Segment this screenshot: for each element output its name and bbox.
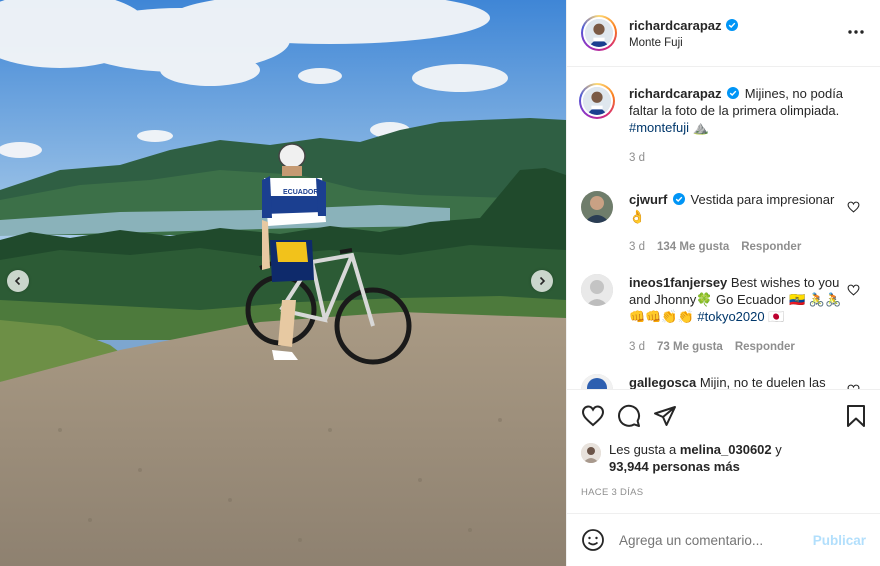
- comment-username[interactable]: gallegosca: [629, 375, 696, 389]
- comment-item: gallegosca Mijin, no te duelen las: [581, 374, 866, 389]
- next-photo-button[interactable]: [531, 270, 553, 292]
- comment-age[interactable]: 3 d: [629, 239, 645, 256]
- comment-username[interactable]: cjwurf: [629, 192, 667, 207]
- comments-list[interactable]: richardcarapaz Mijines, no podía faltar …: [567, 67, 880, 389]
- comment-icon[interactable]: [617, 404, 641, 428]
- caption-hashtag[interactable]: #montefuji: [629, 120, 689, 135]
- publish-button[interactable]: Publicar: [813, 533, 866, 548]
- reply-button[interactable]: Responder: [735, 339, 795, 356]
- post-time[interactable]: HACE 3 DÍAS: [567, 475, 880, 501]
- comment-item: cjwurf Vestida para impresionar👌 3 d 134…: [581, 191, 866, 256]
- share-icon[interactable]: [653, 404, 677, 428]
- comment-avatar[interactable]: [581, 374, 613, 389]
- comment-likes[interactable]: 134 Me gusta: [657, 239, 729, 256]
- post-image: ECUADOR: [0, 0, 566, 566]
- verified-badge-icon: [727, 87, 740, 99]
- comment-likes[interactable]: 73 Me gusta: [657, 339, 723, 356]
- author-username[interactable]: richardcarapaz: [629, 18, 722, 33]
- likes-prefix: Les gusta a: [609, 442, 677, 457]
- author-avatar[interactable]: [581, 15, 617, 51]
- reply-button[interactable]: Responder: [741, 239, 801, 256]
- caption-avatar[interactable]: [579, 83, 615, 119]
- comment-avatar[interactable]: [581, 274, 613, 306]
- more-options-icon[interactable]: [846, 24, 866, 40]
- heart-icon[interactable]: [581, 404, 605, 428]
- verified-badge-icon: [725, 19, 738, 31]
- jersey-text: ECUADOR: [283, 189, 318, 196]
- save-icon[interactable]: [844, 404, 868, 428]
- comment-avatar[interactable]: [581, 191, 613, 223]
- post-location[interactable]: Monte Fuji: [629, 37, 738, 49]
- caption-username[interactable]: richardcarapaz: [629, 86, 722, 101]
- chevron-left-icon: [14, 276, 21, 286]
- chevron-right-icon: [539, 276, 546, 286]
- liker-username[interactable]: melina_030602: [680, 442, 772, 457]
- comment-item: ineos1fanjersey Best wishes to you and J…: [581, 274, 866, 356]
- caption: richardcarapaz Mijines, no podía faltar …: [579, 83, 866, 167]
- comment-input[interactable]: [619, 532, 813, 548]
- heart-icon[interactable]: [847, 201, 860, 213]
- likes-count[interactable]: 93,944 personas más: [609, 459, 740, 474]
- comment-extra: 🇯🇵: [768, 309, 785, 324]
- previous-photo-button[interactable]: [7, 270, 29, 292]
- comment-age[interactable]: 3 d: [629, 339, 645, 356]
- emoji-icon[interactable]: [581, 528, 605, 552]
- likes-summary: Les gusta a melina_030602 y 93,944 perso…: [567, 441, 880, 475]
- comment-username[interactable]: ineos1fanjersey: [629, 275, 727, 290]
- heart-icon[interactable]: [847, 284, 860, 296]
- comment-text: Mijin, no te duelen las: [699, 375, 826, 389]
- verified-badge-icon: [672, 193, 685, 205]
- post-photo[interactable]: ECUADOR: [0, 0, 566, 566]
- comment-hashtag[interactable]: #tokyo2020: [697, 309, 764, 324]
- likes-connector: y: [775, 442, 782, 457]
- liker-avatar[interactable]: [581, 443, 601, 463]
- caption-age[interactable]: 3 d: [629, 150, 645, 167]
- post-actions: [567, 389, 880, 441]
- add-comment-bar: Publicar: [567, 513, 880, 566]
- caption-emoji: ⛰️: [692, 120, 709, 135]
- post-header: richardcarapaz Monte Fuji: [567, 0, 880, 67]
- post-side-panel: richardcarapaz Monte Fuji richardcarapaz: [566, 0, 880, 566]
